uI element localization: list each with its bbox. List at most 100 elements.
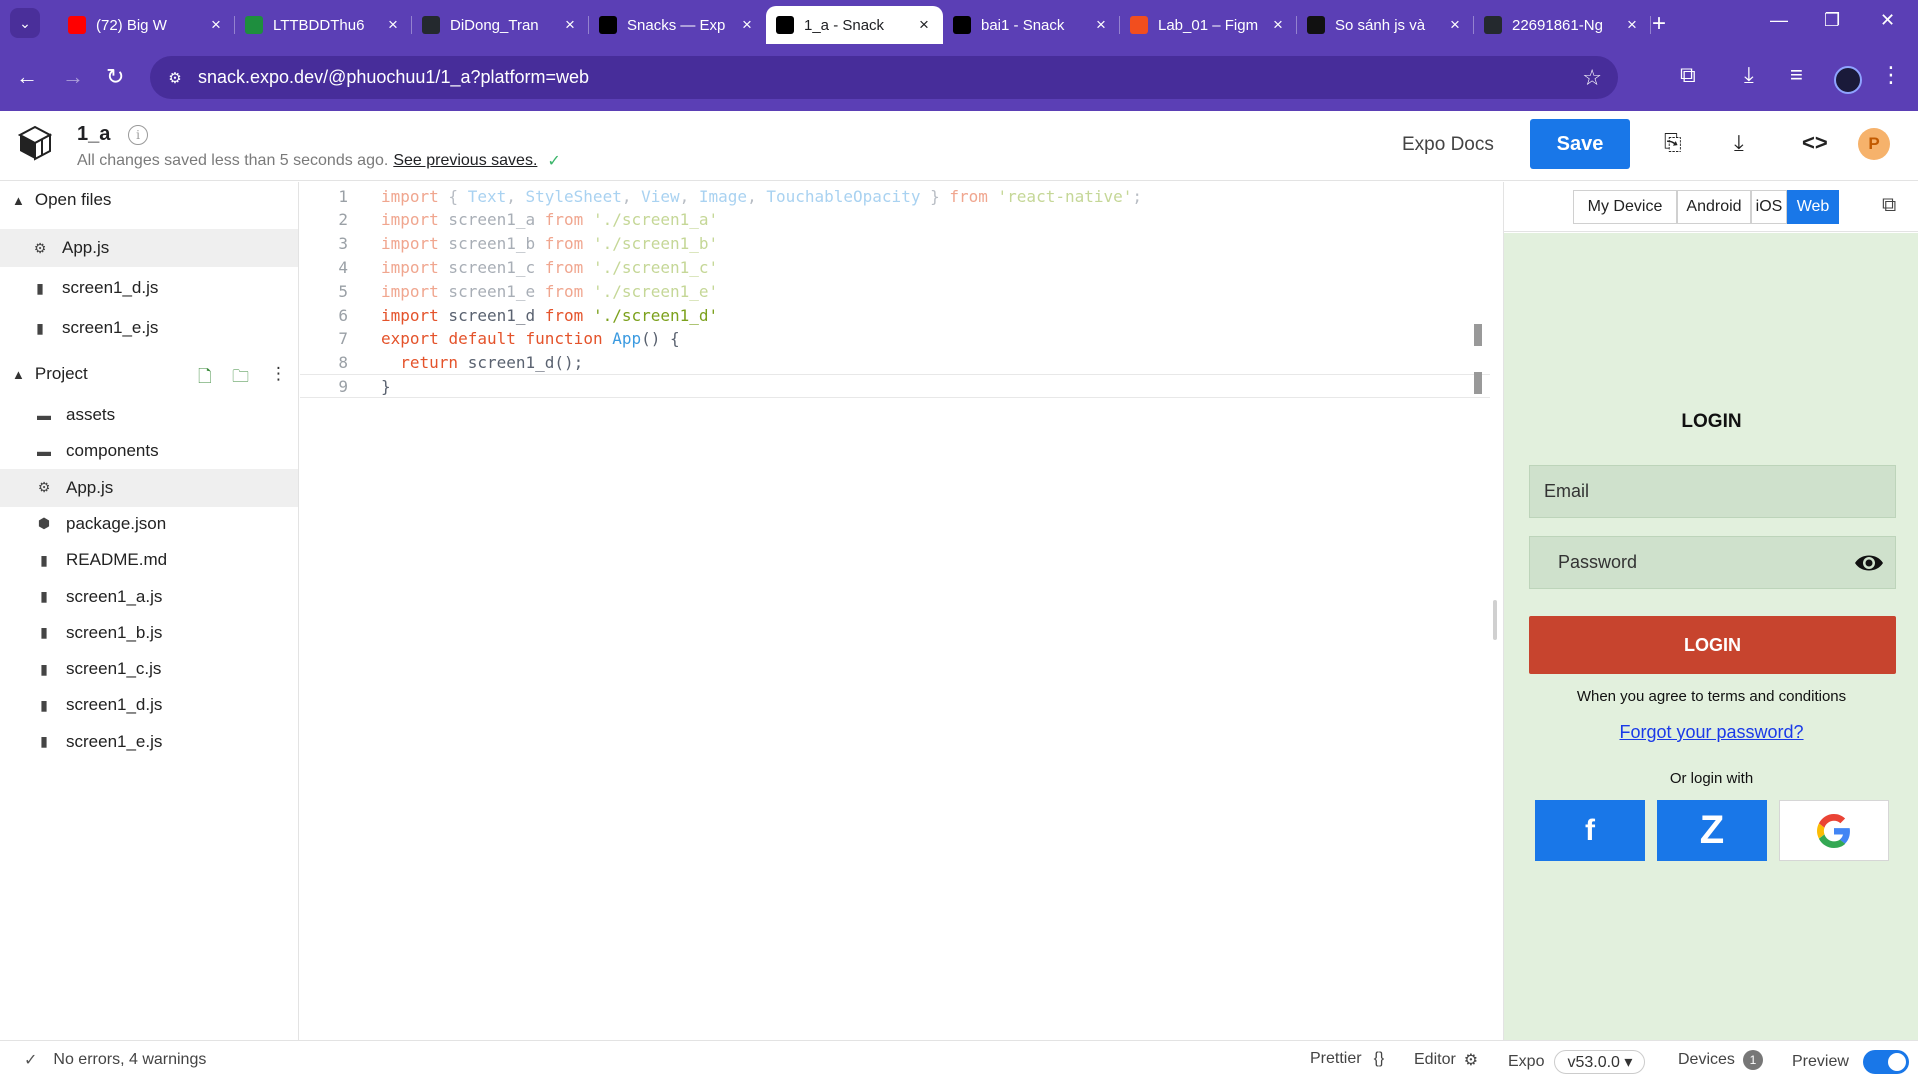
editor-settings-button[interactable]: Editor ⚙ <box>1414 1050 1478 1070</box>
devices-button[interactable]: Devices 1 <box>1678 1050 1763 1070</box>
browser-tab[interactable]: DiDong_Tran × <box>412 6 589 44</box>
tab-search-button[interactable]: ⌄ <box>10 8 40 38</box>
password-field[interactable]: Password <box>1529 536 1896 589</box>
address-bar[interactable]: ⚙ snack.expo.dev/@phuochuu1/1_a?platform… <box>150 56 1618 99</box>
email-field[interactable]: Email <box>1529 465 1896 518</box>
reload-button[interactable]: ↻ <box>106 64 124 90</box>
editor-scrollbar-thumb[interactable] <box>1474 372 1482 394</box>
code-text[interactable]: } <box>381 377 391 396</box>
code-text[interactable]: export default function App() { <box>381 329 680 348</box>
extensions-icon[interactable]: ⧉ <box>1680 62 1696 88</box>
save-status-text: All changes saved less than 5 seconds ag… <box>77 152 389 169</box>
restore-button[interactable]: ❐ <box>1824 10 1840 31</box>
file-item[interactable]: ▬ assets <box>0 396 298 434</box>
bookmark-star-icon[interactable]: ☆ <box>1582 65 1602 91</box>
code-text[interactable]: import screen1_b from './screen1_b' <box>381 234 718 253</box>
close-window-button[interactable]: ✕ <box>1880 10 1895 31</box>
open-external-icon[interactable]: ⧉ <box>1882 194 1896 217</box>
platform-tab[interactable]: iOS <box>1751 190 1787 224</box>
close-tab-icon[interactable]: × <box>915 15 933 35</box>
menu-kebab-icon[interactable]: ⋮ <box>1880 62 1902 88</box>
zalo-login-button[interactable]: Z <box>1657 800 1767 861</box>
login-button[interactable]: LOGIN <box>1529 616 1896 674</box>
close-tab-icon[interactable]: × <box>384 15 402 35</box>
file-item[interactable]: ▮ screen1_d.js <box>0 686 298 724</box>
chevron-up-icon: ▲ <box>12 366 25 382</box>
browser-tab[interactable]: 1_a - Snack × <box>766 6 943 44</box>
file-icon: ▮ <box>40 551 48 568</box>
forward-button[interactable]: → <box>62 64 84 90</box>
code-text[interactable]: import screen1_a from './screen1_a' <box>381 210 718 229</box>
file-item[interactable]: ▮ screen1_a.js <box>0 578 298 616</box>
eye-icon[interactable] <box>1853 549 1885 577</box>
browser-tab[interactable]: Snacks — Exp × <box>589 6 766 44</box>
browser-tab[interactable]: bai1 - Snack × <box>943 6 1120 44</box>
prettier-button[interactable]: Prettier {} <box>1310 1050 1384 1068</box>
close-tab-icon[interactable]: × <box>1446 15 1464 35</box>
pane-resize-handle[interactable] <box>1493 600 1497 640</box>
problems-indicator[interactable]: ✓ No errors, 4 warnings <box>24 1050 206 1070</box>
platform-tab[interactable]: Web <box>1787 190 1839 224</box>
back-button[interactable]: ← <box>16 64 38 90</box>
google-login-button[interactable] <box>1779 800 1889 861</box>
browser-tab[interactable]: 22691861-Ng × <box>1474 6 1651 44</box>
expo-docs-link[interactable]: Expo Docs <box>1402 134 1494 156</box>
platform-tab[interactable]: My Device <box>1573 190 1677 224</box>
browser-tab[interactable]: (72) Big W × <box>58 6 235 44</box>
new-file-icon[interactable]: 🗋 <box>198 364 212 393</box>
file-item[interactable]: ▮ README.md <box>0 541 298 579</box>
browser-profile-avatar[interactable] <box>1834 66 1862 94</box>
project-header[interactable]: ▲ Project <box>0 356 299 392</box>
embed-code-icon[interactable]: <> <box>1802 130 1828 156</box>
file-item[interactable]: ▮ screen1_b.js <box>0 614 298 652</box>
file-item[interactable]: ▮ screen1_d.js <box>0 269 298 307</box>
file-item[interactable]: ⚙ App.js <box>0 229 298 267</box>
browser-tab[interactable]: So sánh js và × <box>1297 6 1474 44</box>
devices-count-badge: 1 <box>1742 1050 1763 1070</box>
preview-toggle[interactable]: Preview <box>1792 1050 1909 1074</box>
platform-tab[interactable]: Android <box>1677 190 1751 224</box>
code-token: from <box>949 186 988 206</box>
file-item[interactable]: ▮ screen1_e.js <box>0 723 298 761</box>
browser-tab[interactable]: Lab_01 – Figm × <box>1120 6 1297 44</box>
code-text[interactable]: import screen1_d from './screen1_d' <box>381 306 718 325</box>
close-tab-icon[interactable]: × <box>561 15 579 35</box>
close-tab-icon[interactable]: × <box>738 15 756 35</box>
file-item[interactable]: ⚙ App.js <box>0 468 298 507</box>
info-icon[interactable]: i <box>128 125 148 145</box>
code-text[interactable]: import screen1_c from './screen1_c' <box>381 258 718 277</box>
snack-logo-icon[interactable] <box>18 125 52 161</box>
previous-saves-link[interactable]: See previous saves. <box>393 152 537 170</box>
new-tab-button[interactable]: + <box>1652 10 1666 38</box>
user-avatar[interactable]: P <box>1858 128 1890 160</box>
file-item[interactable]: ▮ screen1_c.js <box>0 650 298 688</box>
site-info-icon[interactable]: ⚙ <box>164 67 186 89</box>
code-editor[interactable]: 1 import { Text, StyleSheet, View, Image,… <box>300 182 1503 1040</box>
code-text[interactable]: return screen1_d(); <box>381 353 583 372</box>
media-control-icon[interactable]: ≡ <box>1790 62 1803 88</box>
more-options-icon[interactable]: ⋮ <box>270 364 287 384</box>
download-icon[interactable]: ⤓ <box>1744 62 1754 88</box>
close-tab-icon[interactable]: × <box>207 15 225 35</box>
preview-toggle-switch[interactable] <box>1862 1050 1909 1074</box>
project-name[interactable]: 1_a <box>77 123 110 146</box>
facebook-login-button[interactable]: f <box>1535 800 1645 861</box>
file-item[interactable]: ▮ screen1_e.js <box>0 309 298 347</box>
open-files-header[interactable]: ▲ Open files <box>0 182 299 218</box>
minimize-button[interactable]: — <box>1770 10 1788 31</box>
browser-tab[interactable]: LTTBDDThu6 × <box>235 6 412 44</box>
save-button[interactable]: Save <box>1530 119 1630 169</box>
close-tab-icon[interactable]: × <box>1623 15 1641 35</box>
forgot-password-link[interactable]: Forgot your password? <box>1504 722 1918 743</box>
file-item[interactable]: ⬢ package.json <box>0 505 298 543</box>
code-text[interactable]: import { Text, StyleSheet, View, Image, … <box>381 187 1142 206</box>
file-item[interactable]: ▬ components <box>0 432 298 470</box>
editor-minimap-marker[interactable] <box>1474 324 1482 346</box>
sdk-version-selector[interactable]: Expo v53.0.0 ▾ <box>1508 1050 1646 1074</box>
close-tab-icon[interactable]: × <box>1269 15 1287 35</box>
open-on-device-icon[interactable]: ⎘ <box>1664 130 1682 156</box>
code-text[interactable]: import screen1_e from './screen1_e' <box>381 282 718 301</box>
download-project-icon[interactable]: ⤓ <box>1734 130 1744 156</box>
new-folder-icon[interactable]: 🗀 <box>232 364 249 393</box>
close-tab-icon[interactable]: × <box>1092 15 1110 35</box>
